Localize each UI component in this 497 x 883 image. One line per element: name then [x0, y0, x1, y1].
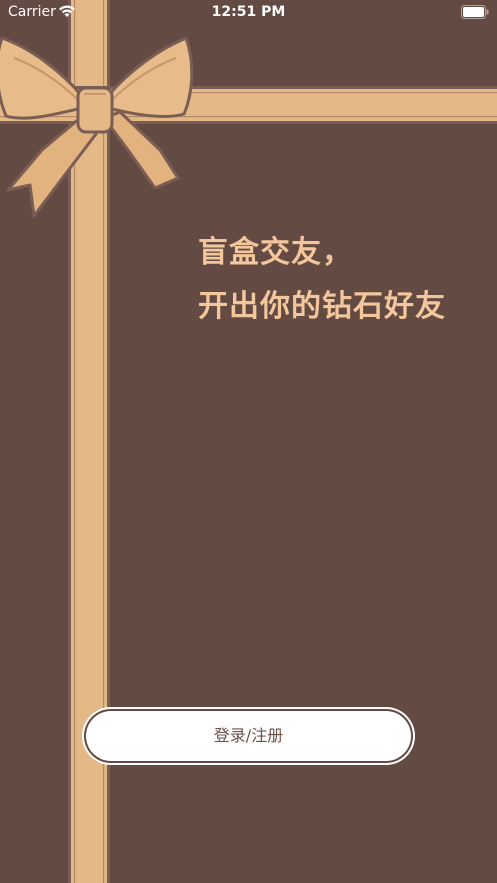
clock-time: 12:51 PM: [211, 4, 286, 20]
headline-line-2: 开出你的钻石好友: [198, 289, 446, 324]
status-bar: Carrier 12:51 PM: [0, 0, 497, 26]
headline-line-1: 盲盒交友，: [198, 235, 353, 270]
headline: 盲盒交友， 开出你的钻石好友: [198, 226, 446, 334]
battery-icon: [461, 5, 489, 23]
login-register-button[interactable]: 登录/注册: [86, 711, 411, 761]
